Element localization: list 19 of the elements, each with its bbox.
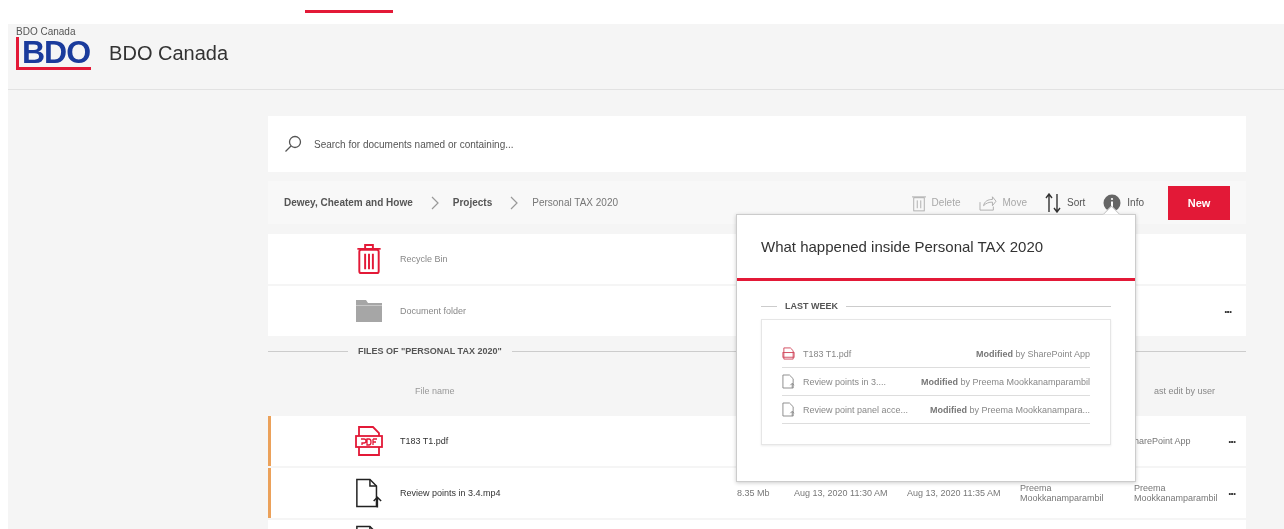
section-heading: FILES OF "PERSONAL TAX 2020" (358, 346, 502, 356)
app-name: BDO Canada (16, 26, 77, 37)
file-size: 8.35 Mb (737, 488, 771, 498)
group-heading: LAST WEEK (785, 301, 838, 311)
company-title: BDO Canada (109, 42, 229, 65)
last-editor: harePoint App (1134, 436, 1192, 446)
event-description: Modified by Preema Mookkanampara... (929, 404, 1090, 415)
logo: BDO (16, 37, 92, 70)
last-editor: Preema Mookkanamparambil (1134, 483, 1219, 503)
folder-name: Recycle Bin (400, 254, 448, 264)
event-description: Modified by SharePoint App (975, 348, 1090, 359)
popup-title: What happened inside Personal TAX 2020 (737, 215, 1135, 281)
folder-name: Document folder (400, 306, 467, 316)
author-name: Preema Mookkanamparambil (1020, 483, 1105, 503)
event-description: Modified by Preema Mookkanamparambil (920, 376, 1090, 387)
file-name: Review points in 3.4.mp4 (400, 488, 502, 498)
modified-date: Aug 13, 2020 11:35 AM (907, 488, 1002, 498)
file-name: T183 T1.pdf (400, 436, 450, 446)
created-date: Aug 13, 2020 11:30 AM (794, 488, 889, 498)
